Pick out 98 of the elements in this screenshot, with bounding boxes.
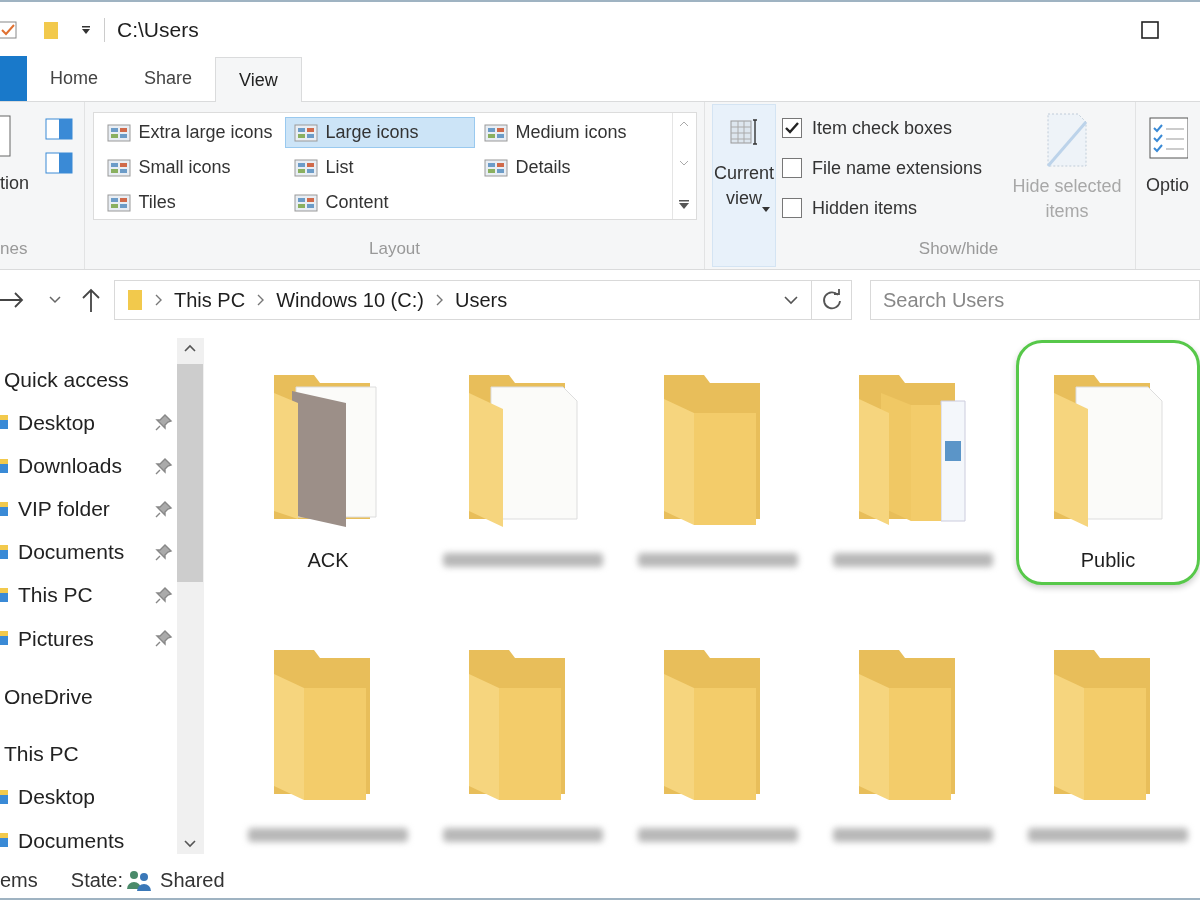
- nav-row[interactable]: Documents: [0, 530, 177, 574]
- scroll-up-icon: [679, 121, 689, 127]
- pin-icon: [154, 456, 173, 475]
- refresh-icon: [820, 289, 843, 311]
- chevron-icon: [435, 294, 443, 306]
- folder-name: Public: [1080, 548, 1136, 573]
- view-icon: [293, 157, 318, 178]
- up-arrow-icon: [80, 287, 102, 313]
- pin-icon: [154, 413, 173, 432]
- chevron-icon: [155, 294, 162, 306]
- breadcrumb[interactable]: Windows 10 (C:): [276, 285, 424, 315]
- folder-icon: [127, 288, 143, 312]
- pin-icon: [154, 543, 173, 561]
- document-icon: [1044, 112, 1090, 168]
- chevron-icon: [257, 294, 265, 306]
- nav-item[interactable]: Desktop: [0, 406, 96, 439]
- nav-row[interactable]: This PC: [0, 573, 177, 617]
- layout-option[interactable]: Details: [474, 152, 665, 183]
- nav-item[interactable]: This PC: [0, 579, 93, 611]
- maximize-icon: [1140, 19, 1160, 40]
- item-count: ems: [0, 868, 38, 893]
- nav-item[interactable]: Desktop: [0, 781, 96, 813]
- state-label: State:: [70, 868, 124, 893]
- view-icon: [106, 192, 131, 213]
- checkmark-icon: [784, 120, 800, 136]
- nav-section-header[interactable]: Quick access: [0, 358, 177, 401]
- pane-layout-icon: [45, 118, 74, 140]
- checkbox-option[interactable]: File name extensions: [782, 152, 1007, 184]
- nav-section-header[interactable]: This PC: [0, 732, 177, 776]
- layout-option[interactable]: Medium icons: [474, 117, 665, 148]
- nav-item[interactable]: Documents: [0, 824, 125, 857]
- scrollbar-thumb[interactable]: [177, 364, 204, 582]
- checkmark-icon: [0, 18, 18, 41]
- scroll-up-icon: [184, 344, 197, 352]
- nav-row[interactable]: Downloads: [0, 443, 177, 488]
- view-icon: [106, 122, 131, 143]
- options-icon: [1147, 116, 1188, 160]
- scrollbar[interactable]: [176, 338, 204, 854]
- group-label: Show/hide: [917, 237, 1000, 260]
- scroll-down-icon: [184, 840, 197, 848]
- nav-item[interactable]: Documents: [0, 536, 125, 568]
- view-icon: [106, 157, 131, 178]
- ribbon-tab[interactable]: Home: [27, 56, 121, 101]
- view-icon: [483, 122, 508, 143]
- pin-icon: [154, 629, 173, 648]
- checkbox[interactable]: [782, 158, 802, 178]
- layout-option[interactable]: Extra large icons: [97, 117, 285, 148]
- current-view-button[interactable]: Current view: [712, 104, 776, 267]
- checkbox[interactable]: [782, 198, 802, 218]
- nav-row[interactable]: Desktop: [0, 775, 177, 819]
- checkbox[interactable]: [782, 118, 802, 138]
- nav-section-header[interactable]: OneDrive: [0, 675, 177, 718]
- layout-option[interactable]: List: [284, 152, 475, 183]
- options-button[interactable]: Optio: [1136, 102, 1190, 269]
- layout-option[interactable]: Content: [284, 187, 475, 218]
- ribbon-tab[interactable]: View: [215, 57, 302, 102]
- layout-option[interactable]: Large icons: [284, 117, 475, 148]
- pin-icon: [154, 499, 173, 518]
- forward-arrow-icon: [0, 290, 26, 310]
- group-label: Layout: [368, 237, 420, 260]
- folder-item[interactable]: Public: [1016, 340, 1200, 585]
- state-value: Shared: [160, 868, 225, 893]
- layout-option[interactable]: Small icons: [97, 152, 285, 183]
- file-tab[interactable]: [0, 56, 27, 101]
- users-icon: [126, 869, 153, 891]
- checkbox-option[interactable]: Hidden items: [782, 192, 1007, 224]
- dropdown-icon: [783, 295, 799, 305]
- nav-item[interactable]: Downloads: [0, 449, 122, 482]
- navigation-pane-button[interactable]: tion: [0, 114, 30, 236]
- scroll-down-icon: [679, 160, 689, 166]
- view-icon: [483, 157, 508, 178]
- nav-row[interactable]: Documents: [0, 818, 177, 862]
- pane-layout-icon: [45, 152, 74, 174]
- dropdown-icon: [48, 295, 62, 305]
- checkbox-option[interactable]: Item check boxes: [782, 112, 1007, 144]
- breadcrumb[interactable]: Users: [454, 285, 508, 315]
- dropdown-icon: [80, 23, 92, 36]
- breadcrumb[interactable]: This PC: [174, 285, 246, 315]
- caret-icon: [762, 207, 770, 212]
- nav-row[interactable]: Pictures: [0, 616, 177, 661]
- layout-option[interactable]: Tiles: [97, 187, 285, 218]
- expand-gallery-icon: [678, 199, 690, 211]
- window-title: C:\Users: [117, 16, 199, 43]
- group-label: nes: [0, 237, 29, 260]
- nav-row[interactable]: VIP folder: [0, 487, 177, 531]
- nav-item[interactable]: VIP folder: [0, 493, 110, 525]
- address-field[interactable]: This PC Windows 10 (C:) Users: [114, 280, 852, 320]
- folder-item[interactable]: ACK: [236, 340, 420, 585]
- view-icon: [293, 192, 318, 213]
- view-icon: [293, 122, 318, 143]
- grid-icon: [729, 117, 759, 147]
- pin-icon: [154, 586, 173, 605]
- folder-name: ACK: [307, 548, 349, 573]
- folder-icon: [0, 542, 10, 562]
- search-field[interactable]: Search Users: [870, 280, 1200, 320]
- ribbon-tab[interactable]: Share: [121, 56, 216, 101]
- nav-item[interactable]: Pictures: [0, 622, 94, 655]
- nav-row[interactable]: Desktop: [0, 400, 177, 444]
